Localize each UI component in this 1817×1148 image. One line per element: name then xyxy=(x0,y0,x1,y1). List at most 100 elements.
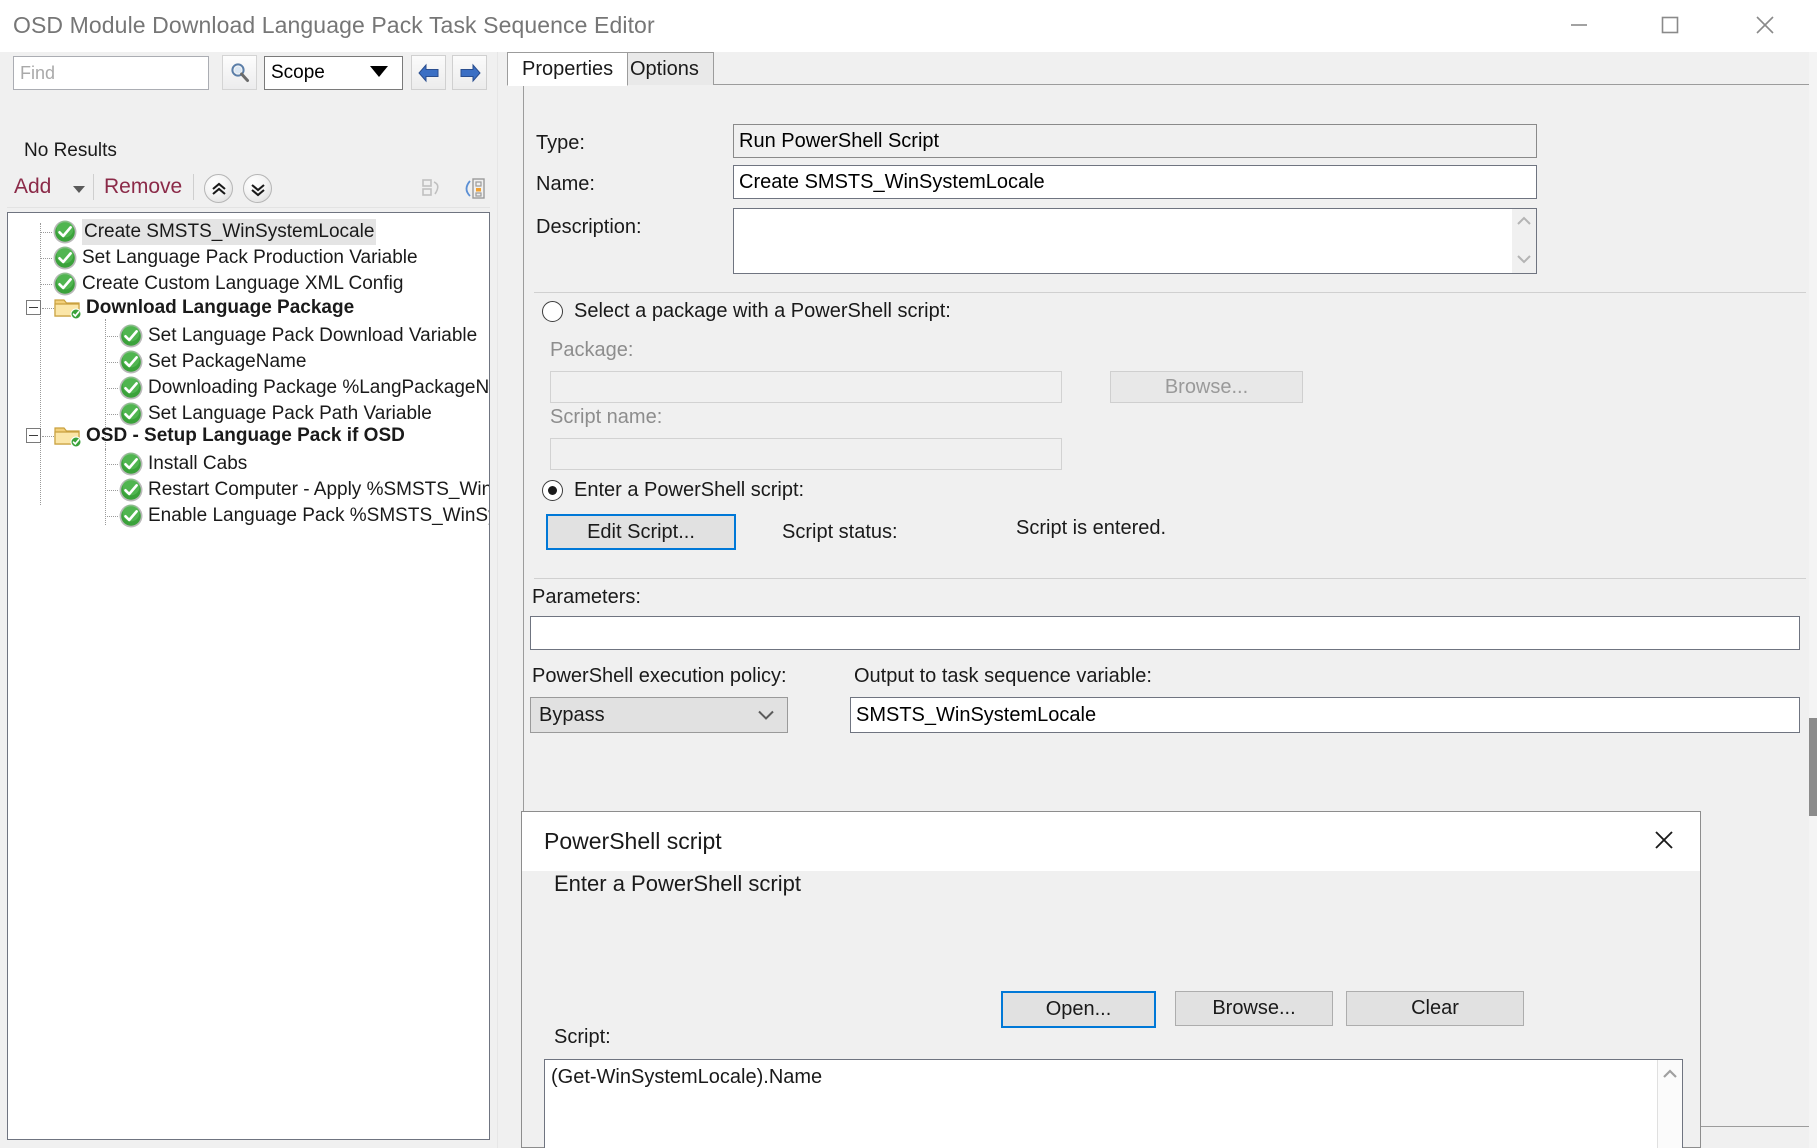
radio-enter-script[interactable] xyxy=(542,480,563,501)
toolbar-separator xyxy=(93,174,94,200)
radio-select-package[interactable] xyxy=(542,301,563,322)
task-sequence-tree[interactable]: Create SMSTS_WinSystemLocale Set Languag… xyxy=(7,212,490,1140)
chevron-up-icon[interactable] xyxy=(1662,1066,1678,1148)
tree-item-restart-computer[interactable]: Restart Computer - Apply %SMSTS_WinSyste xyxy=(118,477,490,503)
tree-item-label: Create Custom Language XML Config xyxy=(82,271,403,297)
script-name-label: Script name: xyxy=(550,406,662,429)
pane-divider[interactable] xyxy=(497,52,505,1148)
package-label: Package: xyxy=(550,339,633,362)
tree-expander-download-language-package[interactable] xyxy=(26,300,41,315)
script-textarea[interactable]: (Get-WinSystemLocale).Name xyxy=(544,1059,1683,1148)
green-check-icon xyxy=(118,349,144,375)
tree-item-label: Set PackageName xyxy=(148,349,306,375)
toolbar-separator xyxy=(193,174,194,200)
green-check-icon xyxy=(118,477,144,503)
tree-group-download-language-package[interactable]: Download Language Package xyxy=(54,295,354,321)
browse-button[interactable]: Browse... xyxy=(1175,991,1333,1026)
add-dropdown-caret-icon[interactable] xyxy=(73,186,85,193)
description-label: Description: xyxy=(536,216,642,239)
tabstrip: Properties Options xyxy=(505,52,1817,85)
move-down-button[interactable] xyxy=(243,174,272,203)
tree-item-create-smsts-winsystemlocale[interactable]: Create SMSTS_WinSystemLocale xyxy=(52,219,376,245)
dialog-title: PowerShell script xyxy=(544,828,722,855)
name-input[interactable]: Create SMSTS_WinSystemLocale xyxy=(733,165,1537,199)
remove-button[interactable]: Remove xyxy=(104,175,182,199)
move-up-button[interactable] xyxy=(204,174,233,203)
tree-guide xyxy=(42,436,54,437)
parameters-input[interactable] xyxy=(530,616,1800,650)
execution-policy-value: Bypass xyxy=(539,704,605,727)
tree-guide xyxy=(105,388,118,389)
task-sequence-left-pane: Scope No Results Add Remove xyxy=(0,52,497,1148)
chevron-down-icon xyxy=(370,66,388,77)
copy-steps-button[interactable] xyxy=(419,175,447,203)
properties-scrollbar[interactable] xyxy=(1809,52,1817,1148)
tab-options[interactable]: Options xyxy=(615,52,714,86)
find-button[interactable] xyxy=(222,55,257,90)
chevron-double-up-icon xyxy=(210,180,228,198)
tree-guide xyxy=(105,449,106,525)
minimize-button[interactable] xyxy=(1545,0,1613,50)
dialog-close-button[interactable] xyxy=(1632,812,1696,868)
add-button[interactable]: Add xyxy=(14,175,51,199)
tree-group-osd-setup-language-pack[interactable]: OSD - Setup Language Pack if OSD xyxy=(54,423,405,449)
script-status-value: Script is entered. xyxy=(1016,517,1166,540)
chevron-double-down-icon xyxy=(249,180,267,198)
script-label: Script: xyxy=(554,1026,611,1049)
tree-guide xyxy=(105,490,118,491)
tree-item-set-language-pack-download-variable[interactable]: Set Language Pack Download Variable xyxy=(118,323,477,349)
green-check-icon xyxy=(52,219,78,245)
script-scrollbar[interactable] xyxy=(1657,1060,1682,1148)
description-textarea[interactable] xyxy=(733,208,1537,274)
paste-steps-button[interactable] xyxy=(460,175,488,203)
tree-guide xyxy=(40,223,41,505)
arrow-right-icon xyxy=(457,62,483,84)
type-label: Type: xyxy=(536,132,585,155)
chevron-down-icon xyxy=(757,704,775,727)
tree-guide xyxy=(40,284,52,285)
tree-group-label: OSD - Setup Language Pack if OSD xyxy=(86,423,405,449)
clear-button[interactable]: Clear xyxy=(1346,991,1524,1026)
find-input[interactable] xyxy=(13,56,209,90)
package-input xyxy=(550,371,1062,403)
tree-item-set-language-pack-production-variable[interactable]: Set Language Pack Production Variable xyxy=(52,245,418,271)
maximize-button[interactable] xyxy=(1636,0,1704,50)
copy-steps-icon xyxy=(420,176,446,202)
tree-item-downloading-package[interactable]: Downloading Package %LangPackageName xyxy=(118,375,490,401)
edit-script-button[interactable]: Edit Script... xyxy=(546,514,736,550)
chevron-down-icon[interactable] xyxy=(1516,251,1532,269)
tab-properties[interactable]: Properties xyxy=(507,52,628,86)
tab-properties-label: Properties xyxy=(522,58,613,81)
execution-policy-dropdown[interactable]: Bypass xyxy=(530,697,788,733)
open-button[interactable]: Open... xyxy=(1001,991,1156,1028)
close-icon xyxy=(1649,825,1679,855)
green-check-icon xyxy=(52,245,78,271)
tree-item-enable-language-pack[interactable]: Enable Language Pack %SMSTS_WinSystem xyxy=(118,503,490,529)
tree-item-label: Set Language Pack Production Variable xyxy=(82,245,418,271)
green-check-icon xyxy=(118,451,144,477)
powershell-script-dialog: PowerShell script Enter a PowerShell scr… xyxy=(521,811,1701,1148)
section-divider xyxy=(534,578,1806,579)
chevron-up-icon[interactable] xyxy=(1516,213,1532,231)
tree-guide xyxy=(40,258,52,259)
browse-package-button: Browse... xyxy=(1110,371,1303,403)
tree-expander-osd-setup-language-pack[interactable] xyxy=(26,428,41,443)
scope-value: Scope xyxy=(271,62,325,83)
scrollbar-thumb[interactable] xyxy=(1809,718,1817,816)
tree-item-label: Downloading Package %LangPackageName xyxy=(148,375,490,401)
description-scrollbar[interactable] xyxy=(1512,209,1536,273)
folder-icon xyxy=(54,296,82,320)
tree-item-create-custom-language-xml-config[interactable]: Create Custom Language XML Config xyxy=(52,271,403,297)
output-variable-input[interactable]: SMSTS_WinSystemLocale xyxy=(850,697,1800,733)
find-next-button[interactable] xyxy=(452,55,487,90)
find-results-status: No Results xyxy=(24,140,117,162)
close-button[interactable] xyxy=(1731,0,1799,50)
execution-policy-label: PowerShell execution policy: xyxy=(532,665,787,688)
tree-item-set-packagename[interactable]: Set PackageName xyxy=(118,349,306,375)
task-sequence-editor-window: OSD Module Download Language Pack Task S… xyxy=(0,0,1817,1148)
tree-item-install-cabs[interactable]: Install Cabs xyxy=(118,451,247,477)
find-previous-button[interactable] xyxy=(411,55,446,90)
paste-steps-icon xyxy=(461,176,487,202)
script-name-input xyxy=(550,438,1062,470)
tree-group-label: Download Language Package xyxy=(86,295,354,321)
